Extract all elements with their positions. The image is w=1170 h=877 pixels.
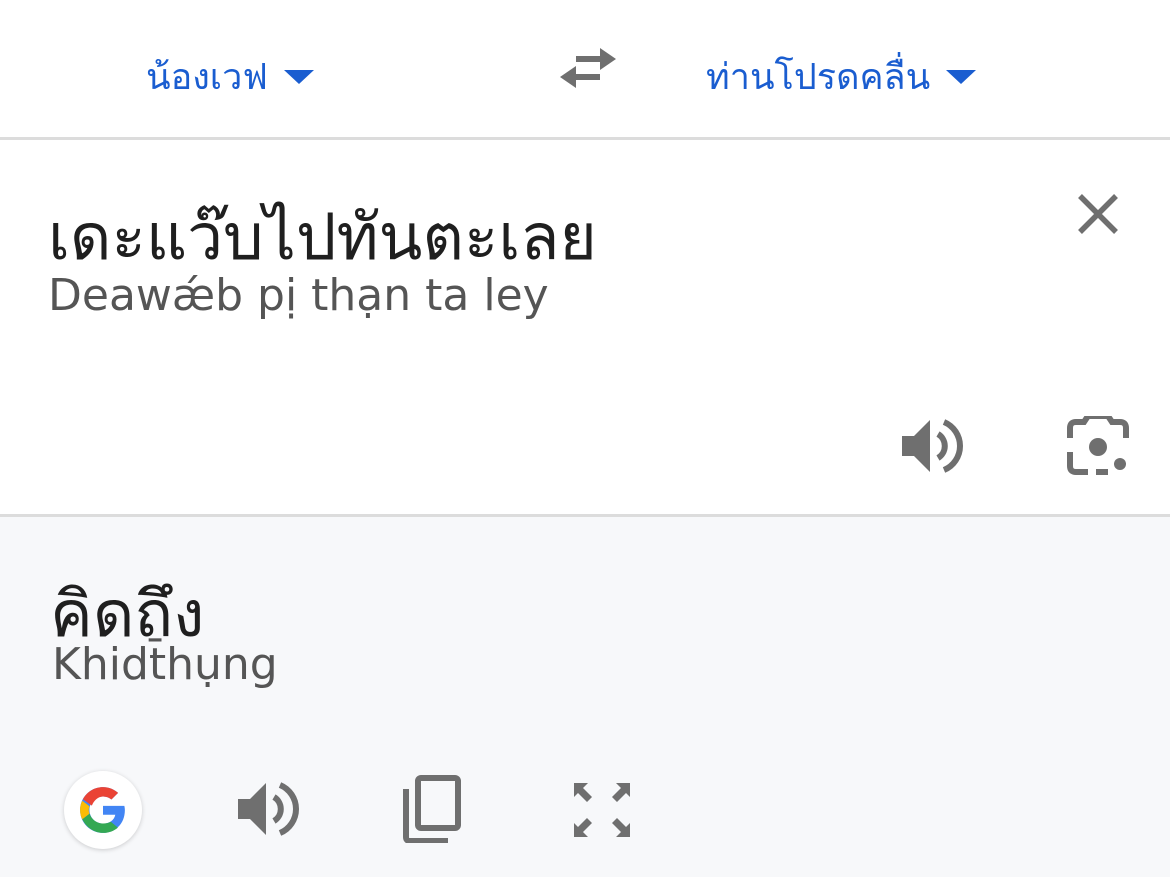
google-logo-icon: [80, 787, 125, 833]
source-transliteration: Deawǽb pị thạn ta ley: [48, 270, 549, 321]
language-bar: น้องเวฟ ท่านโปรดคลื่น: [0, 0, 1170, 140]
fullscreen-icon: [574, 783, 630, 837]
speaker-icon: [238, 782, 299, 836]
swap-arrows-icon: [560, 48, 616, 88]
source-language-selector[interactable]: น้องเวฟ: [146, 48, 314, 105]
swap-languages-button[interactable]: [556, 44, 620, 92]
translation-transliteration: Khidt̄hụng: [52, 639, 278, 690]
chevron-down-icon: [283, 69, 314, 84]
chevron-down-icon: [946, 69, 977, 84]
copy-icon: [403, 775, 461, 844]
google-search-button[interactable]: [64, 771, 142, 849]
close-icon: [1078, 194, 1118, 234]
speaker-icon: [902, 419, 963, 473]
source-listen-button[interactable]: [898, 416, 964, 476]
copy-translation-button[interactable]: [402, 775, 464, 844]
source-language-label: น้องเวฟ: [146, 57, 268, 98]
clear-input-button[interactable]: [1074, 190, 1122, 238]
fullscreen-button[interactable]: [570, 779, 634, 841]
camera-lens-button[interactable]: [1066, 413, 1130, 476]
target-language-selector[interactable]: ท่านโปรดคลื่น: [706, 48, 977, 105]
result-panel: คิดถึง Khidt̄hụng: [0, 517, 1170, 877]
target-language-label: ท่านโปรดคลื่น: [706, 57, 931, 98]
source-panel[interactable]: เดะแว๊บไปทันตะเลย Deawǽb pị thạn ta ley: [0, 140, 1170, 514]
translation-listen-button[interactable]: [234, 779, 300, 839]
camera-lens-icon: [1067, 413, 1129, 475]
